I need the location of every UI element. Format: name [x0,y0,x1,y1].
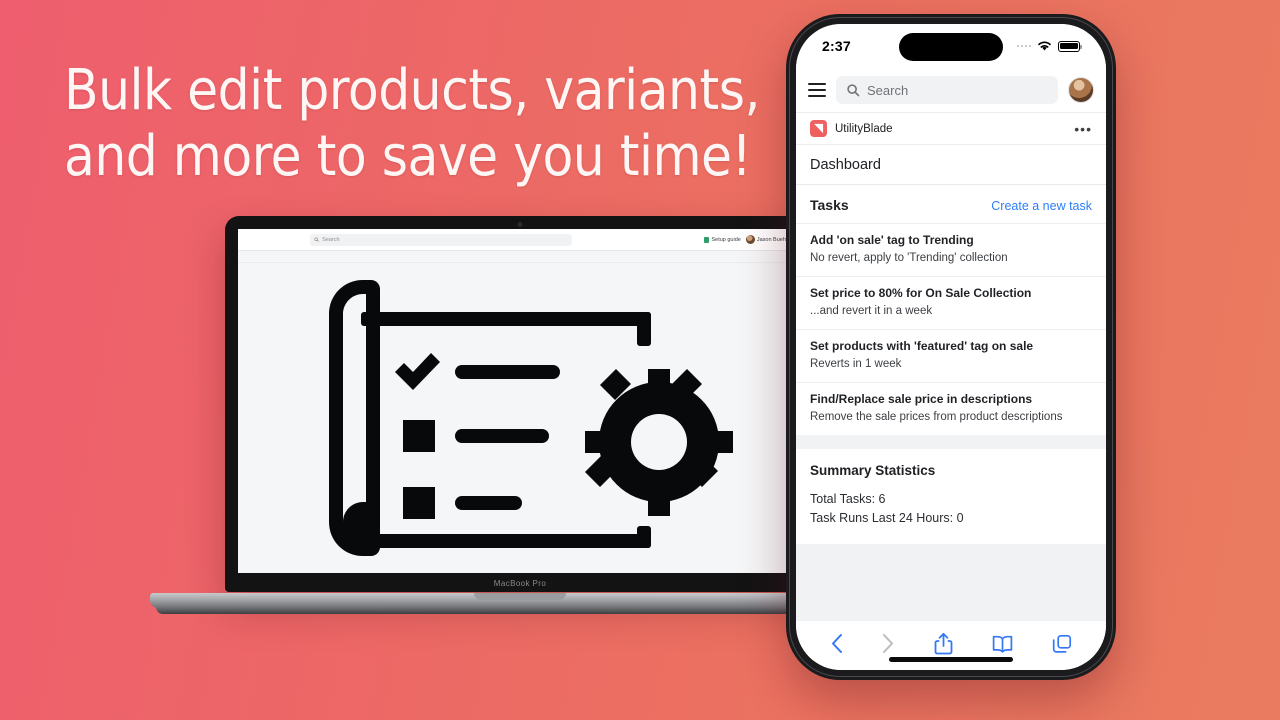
task-title: Add 'on sale' tag to Trending [810,233,974,247]
hamburger-menu-icon[interactable] [808,83,826,97]
page-title-bar: Dashboard [796,145,1106,185]
home-indicator [889,657,1013,662]
laptop-base [150,593,890,608]
status-time: 2:37 [822,38,851,54]
task-title: Set price to 80% for On Sale Collection [810,286,1032,301]
task-title: Set products with 'featured' tag on sale [810,339,1034,354]
setup-guide-label: Setup guide [711,236,741,243]
task-subtitle: ...and revert it in a week [810,304,933,317]
search-icon [314,237,319,242]
laptop-base-notch [474,593,566,600]
laptop-search-input[interactable]: Search [310,233,573,246]
safari-bottom-toolbar [796,620,1106,670]
search-placeholder: Search [867,82,909,98]
page-title: Dashboard [810,156,881,173]
task-row[interactable]: Set price to 80% for On Sale Collection … [796,276,1106,329]
task-row[interactable]: Add 'on sale' tag to Trending No revert,… [796,223,1106,276]
page-headline: Bulk edit products, variants, and more t… [64,58,760,189]
forward-chevron-icon[interactable] [882,633,895,654]
setup-guide-button[interactable]: Setup guide [704,236,741,243]
search-icon [847,84,860,97]
task-subtitle: Remove the sale prices from product desc… [810,410,1063,423]
create-new-task-link[interactable]: Create a new task [991,199,1092,213]
summary-statistics-card: Summary Statistics Total Tasks: 6 Task R… [796,449,1106,544]
dynamic-island [899,33,1003,61]
tasks-card-header: Tasks Create a new task [796,185,1106,223]
wifi-icon [1038,41,1051,51]
laptop-screen: Search Setup guide Jason Buehler [238,229,802,573]
search-input[interactable]: Search [836,76,1058,104]
laptop-subbar [238,251,802,263]
laptop-camera-icon [517,222,523,227]
app-name-label: UtilityBlade [835,122,893,135]
back-chevron-icon[interactable] [830,633,843,654]
avatar [745,235,755,244]
laptop-model-label: MacBook Pro [493,579,547,588]
summary-line: Task Runs Last 24 Hours: 0 [810,511,964,526]
avatar[interactable] [1068,77,1094,103]
status-bar: 2:37 [796,24,1106,68]
task-title: Find/Replace sale price in descriptions [810,392,1033,407]
laptop-app-topbar: Search Setup guide Jason Buehler [238,229,802,251]
phone-mockup: 2:37 Search UtilityBlade ••• Dashboard T… [786,14,1116,680]
laptop-lid: Search Setup guide Jason Buehler MacBook… [225,216,815,592]
utilityblade-app-icon [810,120,827,137]
summary-line: Total Tasks: 6 [810,492,886,507]
task-row[interactable]: Set products with 'featured' tag on sale… [796,329,1106,382]
laptop-foot [156,607,884,614]
bookmarks-icon[interactable] [992,635,1013,653]
signal-dots-icon [1016,44,1031,48]
overflow-menu-icon[interactable]: ••• [1074,122,1092,136]
blade-glyph-icon [813,123,824,134]
task-row[interactable]: Find/Replace sale price in descriptions … [796,382,1106,435]
battery-icon [1058,40,1082,52]
content-bottom-spacer [796,543,1106,590]
laptop-canvas [238,263,802,573]
phone-screen: 2:37 Search UtilityBlade ••• Dashboard T… [796,24,1106,670]
section-divider [796,435,1106,450]
app-header-row: UtilityBlade ••• [796,112,1106,145]
tasks-title: Tasks [810,197,849,213]
browser-toolbar: Search [796,68,1106,112]
laptop-mockup: Search Setup guide Jason Buehler MacBook… [150,216,890,620]
task-subtitle: No revert, apply to 'Trending' collectio… [810,251,1008,264]
task-subtitle: Reverts in 1 week [810,357,902,370]
checklist-document-with-gear-illustration [329,280,733,556]
share-icon[interactable] [934,632,953,655]
status-indicators [1016,40,1082,52]
summary-title: Summary Statistics [810,463,936,479]
laptop-topbar-right: Setup guide Jason Buehler [704,235,792,244]
tabs-icon[interactable] [1052,634,1072,654]
flag-icon [704,236,710,243]
tasks-card: Tasks Create a new task Add 'on sale' ta… [796,185,1106,436]
page-content[interactable]: Tasks Create a new task Add 'on sale' ta… [796,185,1106,620]
laptop-search-placeholder: Search [322,236,340,243]
